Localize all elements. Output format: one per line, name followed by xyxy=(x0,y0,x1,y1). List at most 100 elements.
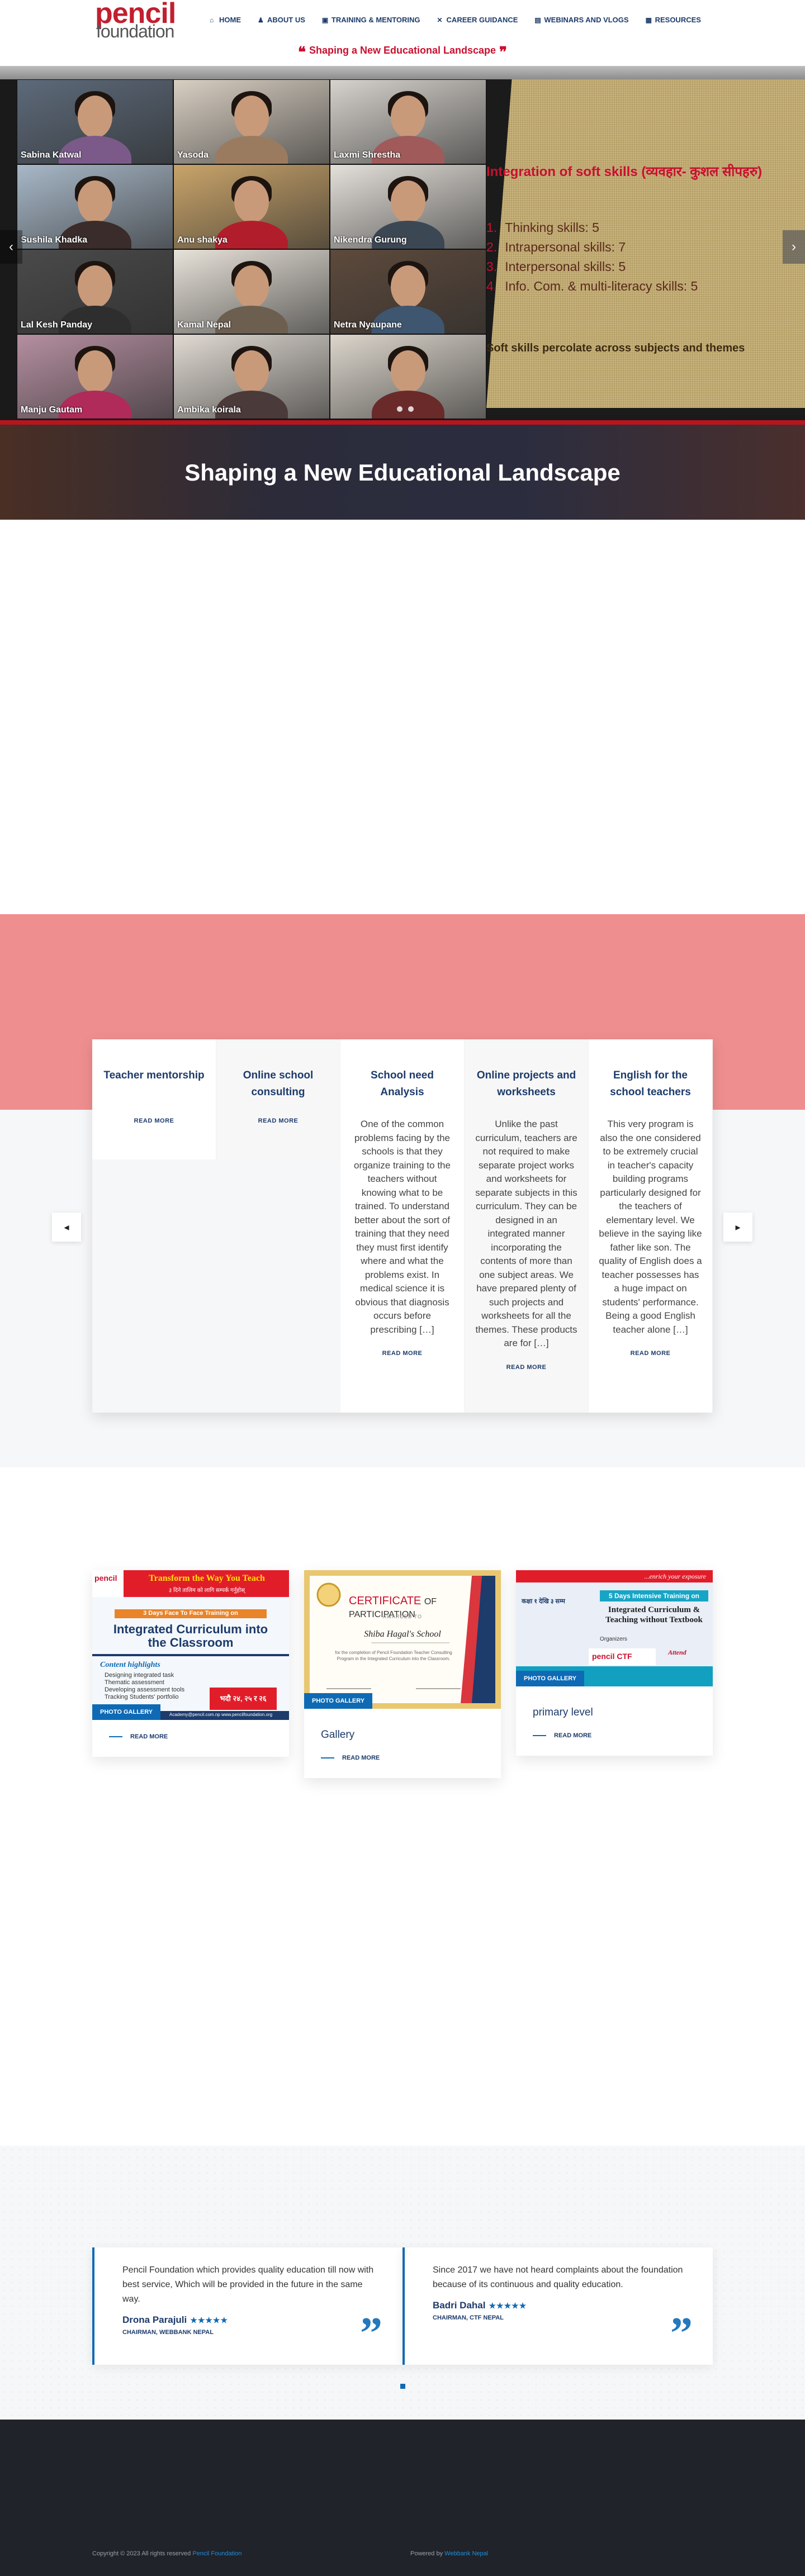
service-title: Online school consulting xyxy=(243,1070,314,1098)
participant-name: Netra Nyaupane xyxy=(334,320,402,330)
participant-video-tile: Lal Kesh Panday xyxy=(17,249,173,334)
service-read-more-link[interactable]: Read More xyxy=(102,1118,206,1124)
service-card[interactable]: Online school consulting Read More xyxy=(216,1039,340,1159)
main-nav: ⌂ Home ♟ About Us ▣ Training & Mentoring ✕ C… xyxy=(210,16,701,24)
user-icon: ♟ xyxy=(258,16,264,24)
service-title: English for the school teachers xyxy=(610,1070,691,1098)
slide-title: Integration of soft skills (व्यवहार- कुश… xyxy=(486,164,763,179)
service-card[interactable]: School need Analysis One of the common p… xyxy=(340,1039,465,1413)
logo-foundation-text: foundation xyxy=(96,21,174,41)
nav-career-guidance[interactable]: ✕ Career Guidance xyxy=(437,16,518,24)
testimonial-text: Pencil Foundation which provides quality… xyxy=(122,2265,374,2304)
cert-recipient: Shiba Hagal's School xyxy=(364,1629,441,1639)
participant-name: Sabina Katwal xyxy=(21,150,82,160)
banner-attend: Attend xyxy=(668,1648,686,1656)
gallery-title[interactable]: primary level xyxy=(533,1707,713,1719)
slider-next-button[interactable]: › xyxy=(783,230,805,264)
slider-pagination xyxy=(397,406,414,412)
service-description: This very program is also the one consid… xyxy=(599,1119,702,1335)
nav-home[interactable]: ⌂ Home xyxy=(210,16,241,24)
poster-headline: Transform the Way You Teach xyxy=(149,1574,265,1583)
nav-label: Home xyxy=(219,16,241,24)
footer-brand-link[interactable]: Pencil Foundation xyxy=(192,2550,242,2557)
poster-main-title: Integrated Curriculum into the Classroom xyxy=(113,1622,268,1650)
slider-prev-button[interactable]: ‹ xyxy=(0,230,22,264)
video-icon: ▤ xyxy=(534,16,541,24)
gallery-card[interactable]: ...enrich your exposure कक्षा १ देखि ३ स… xyxy=(516,1570,713,1756)
service-read-more-link[interactable]: Read More xyxy=(226,1118,330,1124)
participant-name: Laxmi Shrestha xyxy=(334,150,401,160)
footer-powered-link[interactable]: Webbank Nepal xyxy=(444,2550,488,2557)
service-card[interactable]: Online projects and worksheets Unlike th… xyxy=(465,1039,589,1413)
pencil-foundation-logo[interactable]: pencil foundation xyxy=(95,0,184,41)
gallery-image-training-poster[interactable]: pencil Transform the Way You Teach ३ दिन… xyxy=(92,1570,289,1720)
slide-note: Soft skills percolate across subjects an… xyxy=(486,342,745,354)
testimonial-author: Drona Parajuli ★★★★★ xyxy=(122,2314,229,2325)
participant-face xyxy=(234,96,269,138)
participant-video-tile: Netra Nyaupane xyxy=(330,249,486,334)
participant-face xyxy=(391,96,425,138)
service-description: Unlike the past curriculum, teachers are… xyxy=(475,1119,577,1348)
service-read-more-link[interactable]: Read More xyxy=(475,1364,578,1371)
service-title: Online projects and worksheets xyxy=(476,1070,576,1098)
gallery-read-more-link[interactable]: Read More xyxy=(321,1755,501,1761)
footer-powered-by: Powered by Webbank Nepal xyxy=(410,2550,489,2557)
testimonial-card: Pencil Foundation which provides quality… xyxy=(92,2247,402,2365)
participant-face xyxy=(234,265,269,308)
participant-face xyxy=(391,350,425,393)
cert-body: for the completion of Pencil Foundation … xyxy=(335,1650,452,1661)
participant-video-tile: Sushila Khadka xyxy=(17,164,173,249)
quote-icon: ” xyxy=(360,2309,382,2358)
read-more-line-icon xyxy=(321,1757,334,1758)
gallery-image-certificate[interactable]: CERTIFICATE OF PARTICIPATION AWARDED TO … xyxy=(304,1570,501,1709)
testimonial-role: Chairman, Webbank Nepal xyxy=(122,2329,214,2336)
hero-title: Shaping a New Educational Landscape xyxy=(184,459,621,486)
quote-icon: ” xyxy=(670,2309,693,2358)
read-more-line-icon xyxy=(109,1736,122,1737)
gallery-card[interactable]: CERTIFICATE OF PARTICIPATION AWARDED TO … xyxy=(304,1570,501,1778)
nav-label: Career Guidance xyxy=(446,16,518,24)
photo-gallery-badge[interactable]: Photo Gallery xyxy=(304,1693,373,1709)
gallery-read-more-link[interactable]: Read More xyxy=(109,1733,289,1740)
testimonial-pagination-dot[interactable] xyxy=(400,2384,405,2389)
nav-resources[interactable]: ▦ Resources xyxy=(646,16,701,24)
poster-highlights: Designing integrated task Thematic asses… xyxy=(105,1672,185,1700)
photo-gallery-badge[interactable]: Photo Gallery xyxy=(92,1704,161,1720)
service-read-more-link[interactable]: Read More xyxy=(351,1350,454,1357)
gallery-read-more-link[interactable]: Read More xyxy=(533,1732,713,1739)
rating-stars-icon: ★★★★★ xyxy=(190,2316,229,2325)
poster-subline: ३ दिने तालिम को लागि सम्पर्क गर्नुहोस् xyxy=(169,1588,245,1594)
hero-slider: Sabina Katwal Yasoda Laxmi Shrestha Sushila… xyxy=(0,79,805,426)
participant-face xyxy=(78,180,112,223)
site-header: pencil foundation ⌂ Home ♟ About Us ▣ Train… xyxy=(0,0,805,66)
nav-about-us[interactable]: ♟ About Us xyxy=(258,16,305,24)
services-next-button[interactable]: ▸ xyxy=(723,1213,752,1242)
read-more-line-icon xyxy=(533,1735,546,1736)
photo-gallery-badge[interactable]: Photo Gallery xyxy=(516,1671,585,1686)
participant-video-tile: Sabina Katwal xyxy=(17,79,173,164)
book-icon: ▦ xyxy=(645,16,652,24)
participant-name: Kamal Nepal xyxy=(177,320,231,330)
services-prev-button[interactable]: ◂ xyxy=(52,1213,81,1242)
slider-dot[interactable] xyxy=(408,406,414,412)
nav-label: Training & Mentoring xyxy=(331,16,420,24)
service-read-more-link[interactable]: Read More xyxy=(599,1350,702,1357)
gallery-card[interactable]: pencil Transform the Way You Teach ३ दिन… xyxy=(92,1570,289,1757)
services-carousel: Teacher mentorship Read More Online scho… xyxy=(92,1039,713,1413)
gallery-title[interactable]: Gallery xyxy=(321,1729,501,1741)
service-card[interactable]: English for the school teachers This ver… xyxy=(589,1039,713,1413)
tagline-text: Shaping a New Educational Landscape xyxy=(309,45,496,56)
service-card[interactable]: Teacher mentorship Read More xyxy=(92,1039,216,1159)
participant-video-tile: Manju Gautam xyxy=(17,334,173,419)
nav-training-mentoring[interactable]: ▣ Training & Mentoring xyxy=(322,16,420,24)
poster-days: 3 Days Face To Face Training on xyxy=(143,1610,238,1617)
slider-dot[interactable] xyxy=(397,406,402,412)
nav-webinars-vlogs[interactable]: ▤ Webinars and Vlogs xyxy=(534,16,628,24)
header-divider xyxy=(0,66,805,79)
nav-label: Resources xyxy=(655,16,701,24)
briefcase-icon: ▣ xyxy=(321,16,329,24)
gallery-image-training-banner[interactable]: ...enrich your exposure कक्षा १ देखि ३ स… xyxy=(516,1570,713,1686)
nav-label: Webinars and Vlogs xyxy=(544,16,629,24)
participant-name: Sushila Khadka xyxy=(21,235,88,245)
training-banner-graphic xyxy=(516,1570,713,1686)
